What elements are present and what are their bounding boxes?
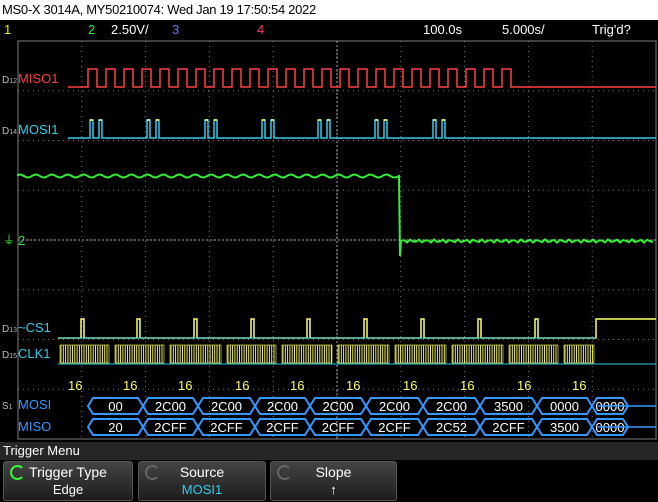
- d12-label: D12: [2, 75, 18, 86]
- miso-waveform: [68, 68, 656, 88]
- clk-channel-label[interactable]: CLK1: [18, 347, 51, 361]
- mosi-bus-label[interactable]: MOSI: [18, 398, 51, 412]
- miso-bus-value: 2CFF: [154, 420, 187, 435]
- ch2-channel-label[interactable]: 2: [18, 234, 25, 248]
- mosi-waveform: [68, 119, 656, 139]
- clk-burst-frame: [508, 344, 559, 364]
- word-bit-count: 16: [235, 378, 249, 393]
- miso-bus-label[interactable]: MISO: [18, 420, 51, 434]
- mosi-channel-label[interactable]: MOSI1: [18, 123, 58, 137]
- trigger-type-softkey[interactable]: Trigger Type Edge: [3, 461, 133, 501]
- rotate-knob-icon: [10, 465, 25, 480]
- slope-value: ↑: [330, 482, 337, 497]
- word-bit-count: 16: [460, 378, 474, 393]
- rotate-knob-icon: [145, 465, 160, 480]
- trigger-type-value: Edge: [52, 482, 84, 497]
- mosi-bus-value: 2C00: [211, 399, 242, 414]
- clk-burst-frame: [114, 344, 165, 364]
- mosi-bus-value: 2C00: [155, 399, 186, 414]
- source-softkey[interactable]: Source MOSI1: [138, 461, 266, 501]
- miso-channel-label[interactable]: MISO1: [18, 72, 58, 86]
- miso-bus-value: 2CFF: [378, 420, 411, 435]
- ch2-analog-trace: [17, 173, 654, 257]
- rotate-knob-icon: [277, 465, 292, 480]
- miso-bus-value: 2CFF: [210, 420, 243, 435]
- miso-bus-value: 2C52: [436, 420, 467, 435]
- mosi-bus-value: 00: [108, 399, 122, 414]
- word-bit-count: 16: [68, 378, 82, 393]
- clk-burst-frame: [59, 344, 110, 364]
- word-bit-count: 16: [290, 378, 304, 393]
- ground-marker-icon: ⏚: [3, 233, 15, 247]
- word-bit-count: 16: [517, 378, 531, 393]
- mosi-bus-value: 2C00: [379, 399, 410, 414]
- menu-title: Trigger Menu: [0, 442, 658, 460]
- word-bit-count: 16: [346, 378, 360, 393]
- mosi-bus-value: 0000: [550, 399, 579, 414]
- word-bit-count: 16: [572, 378, 586, 393]
- miso-bus-value: 2CFF: [322, 420, 355, 435]
- mosi-bus-value: 2C00: [322, 399, 353, 414]
- miso-bus-value: 2CFF: [266, 420, 299, 435]
- waveform-display: ⏚16 16 16 16 16 16 16 16 16 1600 2C00 2C00 2C00 2C00 2…: [3, 40, 657, 440]
- s1-label: S1: [2, 401, 13, 412]
- word-bit-count: 16: [123, 378, 137, 393]
- d13-label: D13: [2, 324, 18, 335]
- d14-label: D14: [2, 126, 18, 137]
- clk-burst-frame: [226, 344, 277, 364]
- cs-waveform: [58, 318, 656, 339]
- mosi-bus-value: 3500: [494, 399, 523, 414]
- slope-softkey[interactable]: Slope ↑: [270, 461, 397, 501]
- miso-bus-value: 2CFF: [492, 420, 525, 435]
- mosi-bus-value: 2C00: [436, 399, 467, 414]
- miso-bus-value: 20: [108, 420, 122, 435]
- word-bit-count: 16: [178, 378, 192, 393]
- miso-bus-value: 3500: [550, 420, 579, 435]
- source-value: MOSI1: [181, 482, 223, 497]
- cs-channel-label[interactable]: ~CS1: [18, 321, 51, 335]
- mosi-bus-value: 2C00: [267, 399, 298, 414]
- d15-label: D15: [2, 350, 18, 361]
- word-bit-count: 16: [403, 378, 417, 393]
